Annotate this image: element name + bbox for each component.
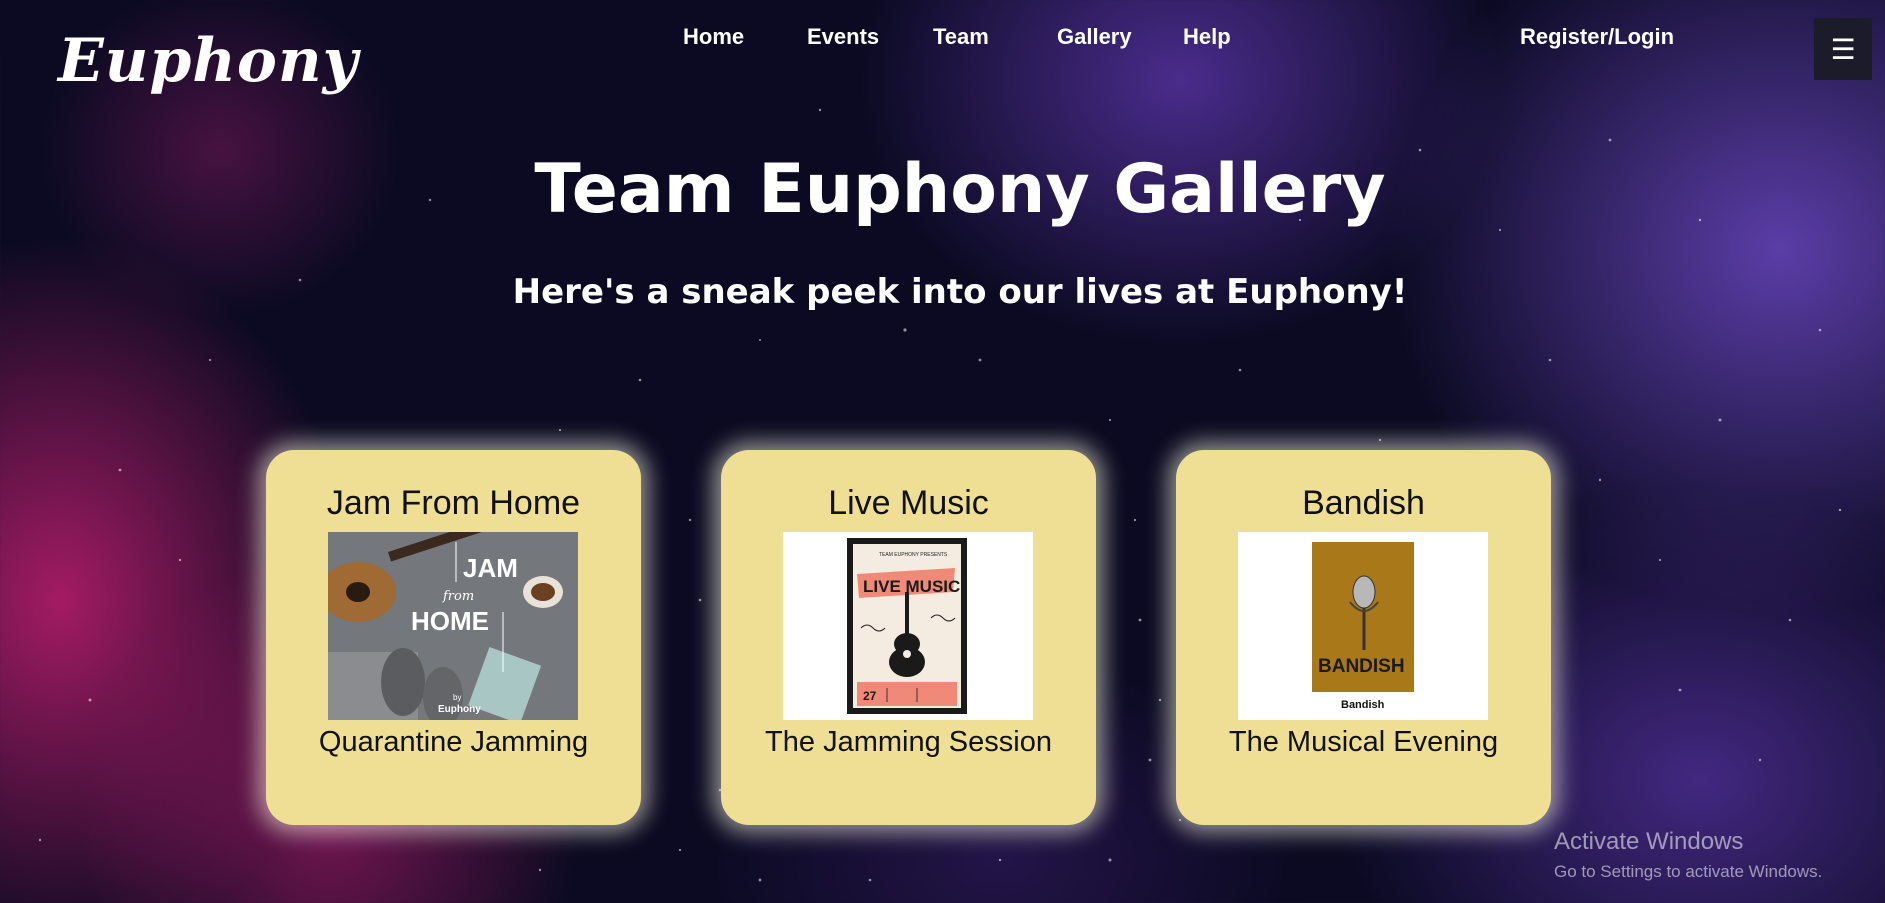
poster-text: LIVE MUSIC <box>863 577 960 596</box>
nav-help[interactable]: Help <box>1183 24 1231 50</box>
poster-text: JAM <box>463 553 518 583</box>
poster-text: by <box>453 693 461 702</box>
menu-button[interactable]: ☰ <box>1814 18 1872 80</box>
poster-text: 27 <box>863 689 877 703</box>
gallery-card-bandish[interactable]: Bandish BANDISH Bandish The Musical Even… <box>1176 450 1551 825</box>
euphony-logo[interactable]: Euphony <box>58 26 358 96</box>
poster-text: Euphony <box>438 704 481 715</box>
jam-from-home-poster: JAM from HOME by Euphony <box>328 532 578 720</box>
card-image-bandish[interactable]: BANDISH Bandish <box>1238 532 1488 720</box>
poster-text: HOME <box>411 606 489 636</box>
windows-activation-title: Activate Windows <box>1554 828 1744 855</box>
hamburger-icon: ☰ <box>1830 32 1856 66</box>
page-title: Team Euphony Gallery <box>534 150 1386 229</box>
poster-text: BANDISH <box>1318 656 1405 677</box>
poster-text: from <box>442 589 474 604</box>
card-title: Bandish <box>1302 484 1425 522</box>
gallery-card-jam-from-home[interactable]: Jam From Home JAM from HOME by Euphony Q… <box>266 450 641 825</box>
nav-gallery[interactable]: Gallery <box>1057 24 1132 50</box>
card-title: Jam From Home <box>326 484 581 522</box>
card-caption: The Musical Evening <box>1228 726 1499 758</box>
card-caption: The Jamming Session <box>765 726 1052 758</box>
register-login-link[interactable]: Register/Login <box>1520 24 1674 50</box>
live-music-poster: TEAM EUPHONY PRESENTS LIVE MUSIC 27 <box>783 532 1033 720</box>
bandish-poster: BANDISH Bandish <box>1238 532 1488 720</box>
card-image-jam-from-home[interactable]: JAM from HOME by Euphony <box>328 532 578 720</box>
nav-home[interactable]: Home <box>683 24 744 50</box>
poster-text: TEAM EUPHONY PRESENTS <box>879 552 948 558</box>
poster-text: Bandish <box>1341 699 1385 711</box>
nav-team[interactable]: Team <box>933 24 989 50</box>
card-title: Live Music <box>828 484 989 522</box>
page-subtitle: Here's a sneak peek into our lives at Eu… <box>512 272 1408 312</box>
card-image-live-music[interactable]: TEAM EUPHONY PRESENTS LIVE MUSIC 27 <box>783 532 1033 720</box>
windows-activation-subtitle: Go to Settings to activate Windows. <box>1554 862 1823 881</box>
gallery-card-live-music[interactable]: Live Music TEAM EUPHONY PRESENTS LIVE MU… <box>721 450 1096 825</box>
nav-events[interactable]: Events <box>807 24 879 50</box>
card-caption: Quarantine Jamming <box>318 726 589 758</box>
